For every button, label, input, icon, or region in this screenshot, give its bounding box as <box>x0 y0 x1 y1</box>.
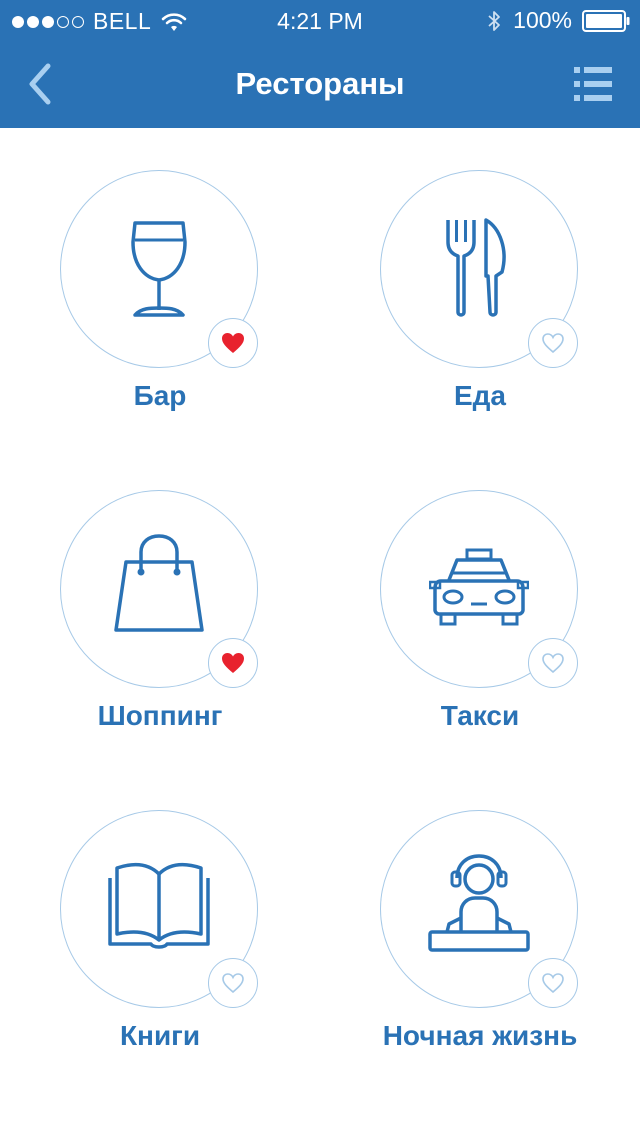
favorite-button[interactable] <box>208 318 258 368</box>
battery-percent: 100% <box>513 7 572 33</box>
heart-filled-icon <box>222 333 244 353</box>
favorite-button[interactable] <box>208 958 258 1008</box>
category-tile-nightlife[interactable]: Ночная жизнь <box>370 810 590 1051</box>
category-label: Ночная жизнь <box>382 1020 578 1051</box>
category-tile-food[interactable]: Еда <box>370 170 590 411</box>
heart-outline-icon <box>222 973 244 994</box>
category-label: Еда <box>453 380 507 411</box>
heart-outline-icon <box>542 653 564 674</box>
book-icon <box>108 862 210 949</box>
category-tile-shopping[interactable]: Шоппинг <box>50 490 270 731</box>
heart-filled-icon <box>222 653 244 673</box>
shopping-bag-icon <box>114 534 204 632</box>
category-label: Такси <box>440 700 520 731</box>
wine-glass-icon <box>131 221 187 317</box>
page-title: Рестораны <box>235 66 405 101</box>
category-tile-bar[interactable]: Бар <box>50 170 270 411</box>
category-tile-taxi[interactable]: Такси <box>370 490 590 731</box>
favorite-button[interactable] <box>528 318 578 368</box>
category-tile-books[interactable]: Книги <box>50 810 270 1051</box>
dj-icon <box>428 854 530 952</box>
bluetooth-icon <box>488 10 501 31</box>
heart-outline-icon <box>542 973 564 994</box>
favorite-button[interactable] <box>208 638 258 688</box>
taxi-icon <box>429 548 529 626</box>
favorite-button[interactable] <box>528 958 578 1008</box>
menu-button[interactable] <box>568 64 616 104</box>
category-label: Шоппинг <box>97 700 223 731</box>
favorite-button[interactable] <box>528 638 578 688</box>
category-label: Книги <box>119 1020 201 1051</box>
category-label: Бар <box>133 380 187 411</box>
battery-icon <box>582 9 630 32</box>
fork-knife-icon <box>446 218 506 317</box>
heart-outline-icon <box>542 333 564 354</box>
header: BELL 4:21 PM 100% Рестораны <box>0 0 640 128</box>
status-bar: BELL 4:21 PM 100% <box>0 0 640 40</box>
